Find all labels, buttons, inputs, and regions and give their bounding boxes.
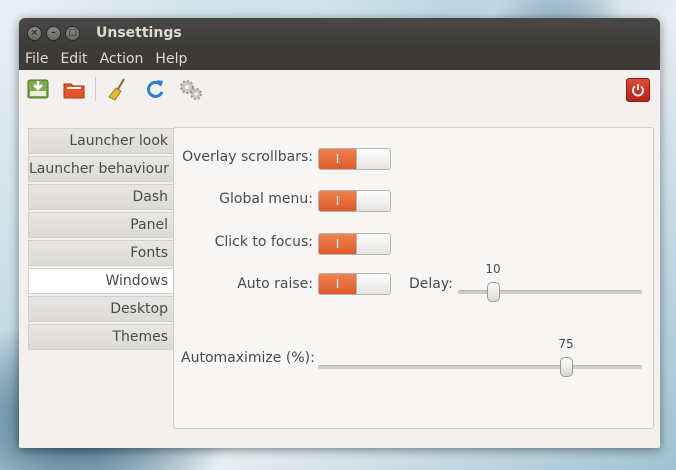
switch-on-indicator: I [319, 149, 356, 169]
broom-icon [108, 78, 125, 101]
switch-on-indicator: I [319, 191, 356, 211]
global-menu-switch[interactable]: I [318, 190, 391, 212]
automaximize-slider-track[interactable] [318, 365, 642, 369]
menu-bar: File Edit Action Help [19, 48, 660, 70]
category-list: Launcher look Launcher behaviour Dash Pa… [28, 128, 174, 352]
window-title: Unsettings [96, 25, 182, 41]
overlay-scrollbars-label: Overlay scrollbars: [182, 149, 313, 165]
automaximize-label: Automaximize (%): [181, 350, 315, 366]
switch-knob [356, 274, 390, 294]
save-button[interactable] [25, 76, 51, 102]
delay-slider-handle[interactable] [487, 282, 500, 302]
sidebar-item-windows[interactable]: Windows [28, 268, 174, 294]
menu-file[interactable]: File [24, 51, 49, 67]
overlay-scrollbars-switch[interactable]: I [318, 148, 391, 170]
menu-help[interactable]: Help [154, 51, 188, 67]
auto-raise-switch[interactable]: I [318, 273, 391, 295]
switch-on-indicator: I [319, 234, 356, 254]
sidebar-item-themes[interactable]: Themes [28, 324, 174, 350]
sidebar-item-panel[interactable]: Panel [28, 212, 174, 238]
refresh-icon [147, 80, 164, 98]
folder-open-icon [63, 83, 85, 99]
switch-knob [356, 149, 390, 169]
gears-icon [180, 80, 202, 100]
power-icon [632, 84, 644, 97]
sidebar-item-dash[interactable]: Dash [28, 184, 174, 210]
maximize-window-button[interactable]: □ [65, 25, 80, 41]
refresh-button[interactable] [142, 76, 168, 102]
preferences-button[interactable] [178, 76, 204, 102]
clean-button[interactable] [106, 76, 132, 102]
switch-on-indicator: I [319, 274, 356, 294]
sidebar-item-fonts[interactable]: Fonts [28, 240, 174, 266]
automaximize-value: 75 [558, 337, 574, 351]
toolbar-separator [95, 77, 96, 101]
sidebar-item-launcher-behaviour[interactable]: Launcher behaviour [28, 156, 174, 182]
minimize-window-button[interactable]: – [46, 25, 61, 41]
app-window: × – □ Unsettings File Edit Action Help L… [19, 18, 660, 448]
global-menu-label: Global menu: [219, 191, 313, 207]
menu-action[interactable]: Action [99, 51, 145, 67]
delay-slider-track[interactable] [458, 290, 642, 294]
title-bar: × – □ Unsettings [19, 18, 660, 48]
click-to-focus-switch[interactable]: I [318, 233, 391, 255]
sidebar-item-desktop[interactable]: Desktop [28, 296, 174, 322]
switch-knob [356, 234, 390, 254]
switch-knob [356, 191, 390, 211]
sidebar-item-launcher-look[interactable]: Launcher look [28, 128, 174, 154]
click-to-focus-label: Click to focus: [214, 234, 313, 250]
open-button[interactable] [61, 76, 87, 102]
quit-button[interactable] [626, 78, 650, 102]
delay-label: Delay: [409, 276, 453, 292]
close-window-button[interactable]: × [27, 25, 42, 41]
auto-raise-label: Auto raise: [237, 276, 313, 292]
save-icon [27, 79, 49, 99]
windows-settings-panel: Overlay scrollbars: I Global menu: I Cli… [173, 127, 654, 429]
toolbar [19, 70, 660, 108]
menu-edit[interactable]: Edit [59, 51, 88, 67]
automaximize-slider-handle[interactable] [560, 357, 573, 377]
delay-value: 10 [485, 262, 501, 276]
